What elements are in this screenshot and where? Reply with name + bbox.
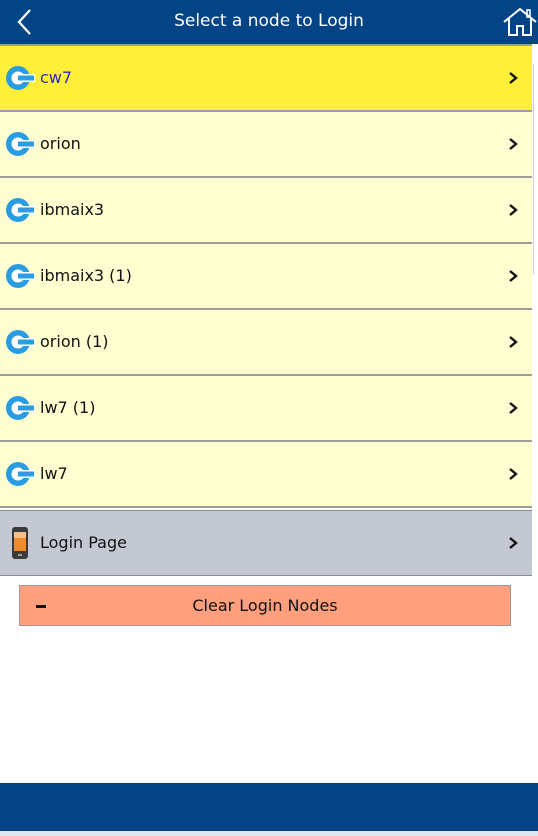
chevron-right-icon bbox=[509, 270, 518, 282]
node-label: ibmaix3 bbox=[40, 200, 105, 219]
node-row-lw7[interactable]: lw7 bbox=[0, 442, 532, 508]
chevron-right-icon bbox=[509, 336, 518, 348]
node-list: cw7 orion ibmaix3 ibmaix3 (1) orion (1) … bbox=[0, 44, 532, 576]
node-row-lw7-1[interactable]: lw7 (1) bbox=[0, 376, 532, 442]
home-icon[interactable] bbox=[502, 6, 538, 38]
chevron-right-icon bbox=[509, 72, 518, 84]
node-row-ibmaix3-1[interactable]: ibmaix3 (1) bbox=[0, 244, 532, 310]
login-node-icon bbox=[6, 132, 35, 156]
clear-login-nodes-button[interactable]: Clear Login Nodes bbox=[19, 585, 511, 626]
node-label: orion bbox=[40, 134, 81, 153]
chevron-right-icon bbox=[509, 468, 518, 480]
footer-edge bbox=[0, 831, 538, 836]
node-label: lw7 bbox=[40, 464, 68, 483]
node-row-ibmaix3[interactable]: ibmaix3 bbox=[0, 178, 532, 244]
login-page-row[interactable]: Login Page bbox=[0, 510, 532, 576]
node-row-cw7[interactable]: cw7 bbox=[0, 44, 532, 112]
chevron-right-icon bbox=[509, 537, 518, 549]
login-node-icon bbox=[6, 198, 35, 222]
page-title: Select a node to Login bbox=[174, 11, 364, 31]
chevron-right-icon bbox=[509, 402, 518, 414]
login-node-icon bbox=[6, 330, 35, 354]
login-node-icon bbox=[6, 396, 35, 420]
app-header: Select a node to Login bbox=[0, 0, 538, 44]
chevron-right-icon bbox=[509, 138, 518, 150]
login-node-icon bbox=[6, 66, 35, 90]
node-label: cw7 bbox=[40, 68, 73, 87]
node-label: orion (1) bbox=[40, 332, 109, 351]
clear-login-nodes-label: Clear Login Nodes bbox=[192, 596, 338, 615]
login-node-icon bbox=[6, 264, 35, 288]
chevron-right-icon bbox=[509, 204, 518, 216]
node-row-orion-1[interactable]: orion (1) bbox=[0, 310, 532, 376]
node-row-orion[interactable]: orion bbox=[0, 112, 532, 178]
node-label: lw7 (1) bbox=[40, 398, 96, 417]
login-node-icon bbox=[6, 462, 35, 486]
app-footer bbox=[0, 783, 538, 831]
login-page-label: Login Page bbox=[40, 533, 127, 552]
scrollbar[interactable] bbox=[533, 64, 538, 274]
phone-icon bbox=[12, 527, 28, 559]
node-label: ibmaix3 (1) bbox=[40, 266, 132, 285]
